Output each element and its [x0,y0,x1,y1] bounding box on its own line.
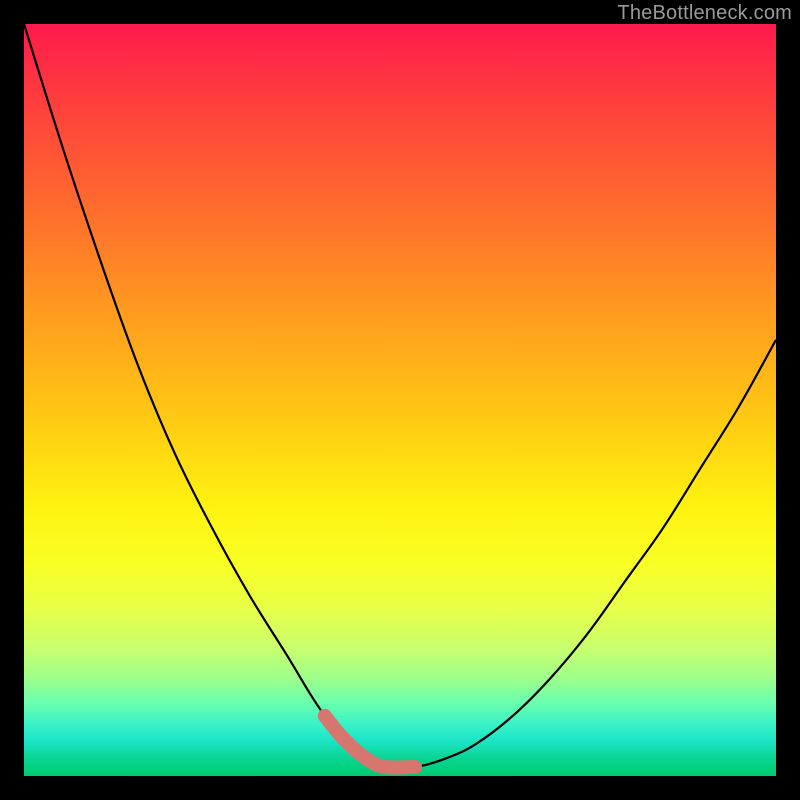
chart-frame: TheBottleneck.com [0,0,800,800]
bottleneck-curve [24,24,776,776]
curve-path [24,24,776,768]
watermark-text: TheBottleneck.com [617,2,792,25]
highlight-path [325,716,415,768]
plot-area [24,24,776,776]
